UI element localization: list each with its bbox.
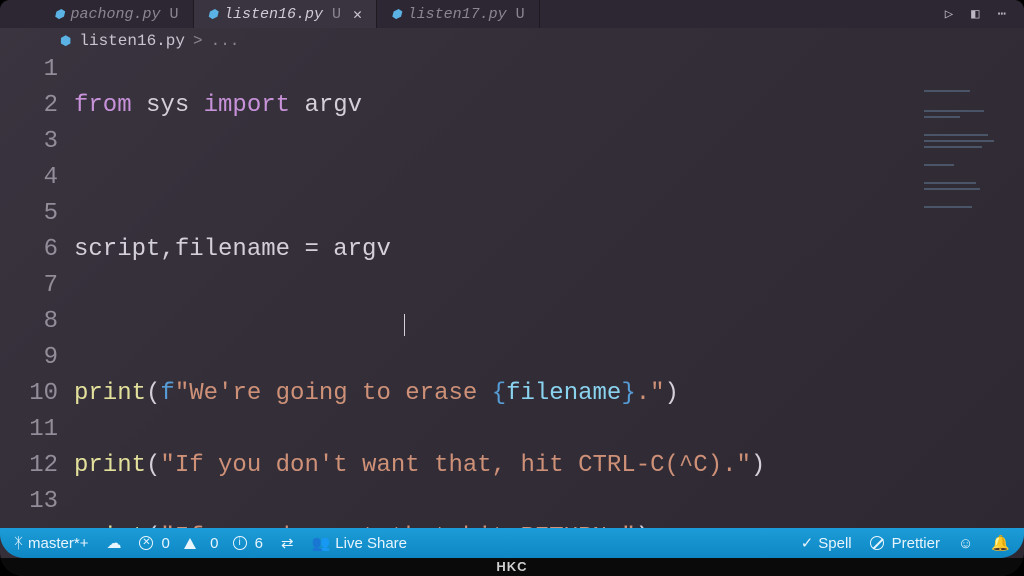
line-number: 7 [0, 268, 58, 304]
line-number: 9 [0, 340, 58, 376]
chevron-right-icon: > [193, 32, 203, 50]
liveshare-label: Live Share [335, 535, 407, 552]
disabled-icon [870, 536, 884, 550]
code-editor[interactable]: 1 2 3 4 5 6 7 8 9 10 11 12 13 from sys i… [0, 52, 1024, 528]
check-icon: ✓ [801, 534, 814, 552]
tab-pachong[interactable]: ⬢ pachong.py U [40, 0, 194, 28]
prettier-label: Prettier [892, 535, 940, 552]
tab-listen17[interactable]: ⬢ listen17.py U [377, 0, 540, 28]
liveshare-icon: 👥 [312, 534, 331, 552]
python-icon: ⬢ [208, 7, 218, 22]
spell-label: Spell [818, 535, 851, 552]
spell-check[interactable]: ✓ Spell [801, 534, 852, 552]
tab-label: pachong.py [70, 6, 160, 23]
line-number-gutter: 1 2 3 4 5 6 7 8 9 10 11 12 13 [0, 52, 74, 528]
tab-bar: ⬢ pachong.py U ⬢ listen16.py U ✕ ⬢ liste… [0, 0, 1024, 28]
split-icon[interactable]: ◧ [971, 6, 979, 23]
line-number: 1 [0, 52, 58, 88]
notifications[interactable]: 🔔 [991, 534, 1010, 552]
live-share[interactable]: 👥 Live Share [312, 534, 407, 552]
status-bar: ᛡ master*+ ☁ ✕0 0 i6 ⇄ 👥 Live Share ✓ Sp… [0, 528, 1024, 558]
git-branch[interactable]: ᛡ master*+ [14, 535, 88, 552]
problems[interactable]: ✕0 0 i6 [139, 535, 263, 552]
line-number: 10 [0, 376, 58, 412]
code-area[interactable]: from sys import argv script,filename = a… [74, 52, 1024, 528]
tab-listen16[interactable]: ⬢ listen16.py U ✕ [194, 0, 378, 28]
branch-name: master*+ [28, 535, 88, 552]
python-icon: ⬢ [391, 7, 401, 22]
line-number: 3 [0, 124, 58, 160]
error-icon: ✕ [139, 536, 153, 550]
line-number: 12 [0, 448, 58, 484]
branch-icon: ᛡ [14, 535, 23, 552]
more-icon[interactable]: ⋯ [998, 6, 1006, 23]
feedback[interactable]: ☺ [958, 535, 973, 552]
port-forward[interactable]: ⇄ [281, 534, 294, 552]
breadcrumb[interactable]: ⬢ listen16.py > ... [0, 28, 1024, 52]
info-icon: i [233, 536, 247, 550]
port-icon: ⇄ [281, 534, 294, 552]
run-icon[interactable]: ▷ [945, 6, 953, 23]
line-number: 13 [0, 484, 58, 520]
bell-icon: 🔔 [991, 534, 1010, 552]
line-number: 2 [0, 88, 58, 124]
line-number: 5 [0, 196, 58, 232]
text-cursor [404, 314, 405, 336]
tab-label: listen17.py [408, 6, 507, 23]
monitor-brand: HKC [496, 559, 527, 574]
vscode-window: ⬢ pachong.py U ⬢ listen16.py U ✕ ⬢ liste… [0, 0, 1024, 576]
sync-button[interactable]: ☁ [106, 534, 121, 552]
tab-modified-badge: U [170, 6, 179, 23]
feedback-icon: ☺ [958, 535, 973, 552]
monitor-bezel: HKC [0, 558, 1024, 576]
line-number: 4 [0, 160, 58, 196]
line-number: 6 [0, 232, 58, 268]
prettier-status[interactable]: Prettier [870, 535, 940, 552]
warning-icon [184, 538, 196, 549]
tab-modified-badge: U [516, 6, 525, 23]
editor-actions: ▷ ◧ ⋯ [945, 6, 1024, 23]
python-icon: ⬢ [60, 34, 71, 49]
close-icon[interactable]: ✕ [353, 5, 362, 24]
tab-label: listen16.py [224, 6, 323, 23]
line-number: 8 [0, 304, 58, 340]
breadcrumb-more: ... [211, 32, 240, 50]
minimap[interactable] [922, 86, 1000, 236]
python-icon: ⬢ [54, 7, 64, 22]
tab-modified-badge: U [332, 6, 341, 23]
cloud-icon: ☁ [106, 534, 121, 552]
line-number: 11 [0, 412, 58, 448]
breadcrumb-file: listen16.py [79, 32, 185, 50]
